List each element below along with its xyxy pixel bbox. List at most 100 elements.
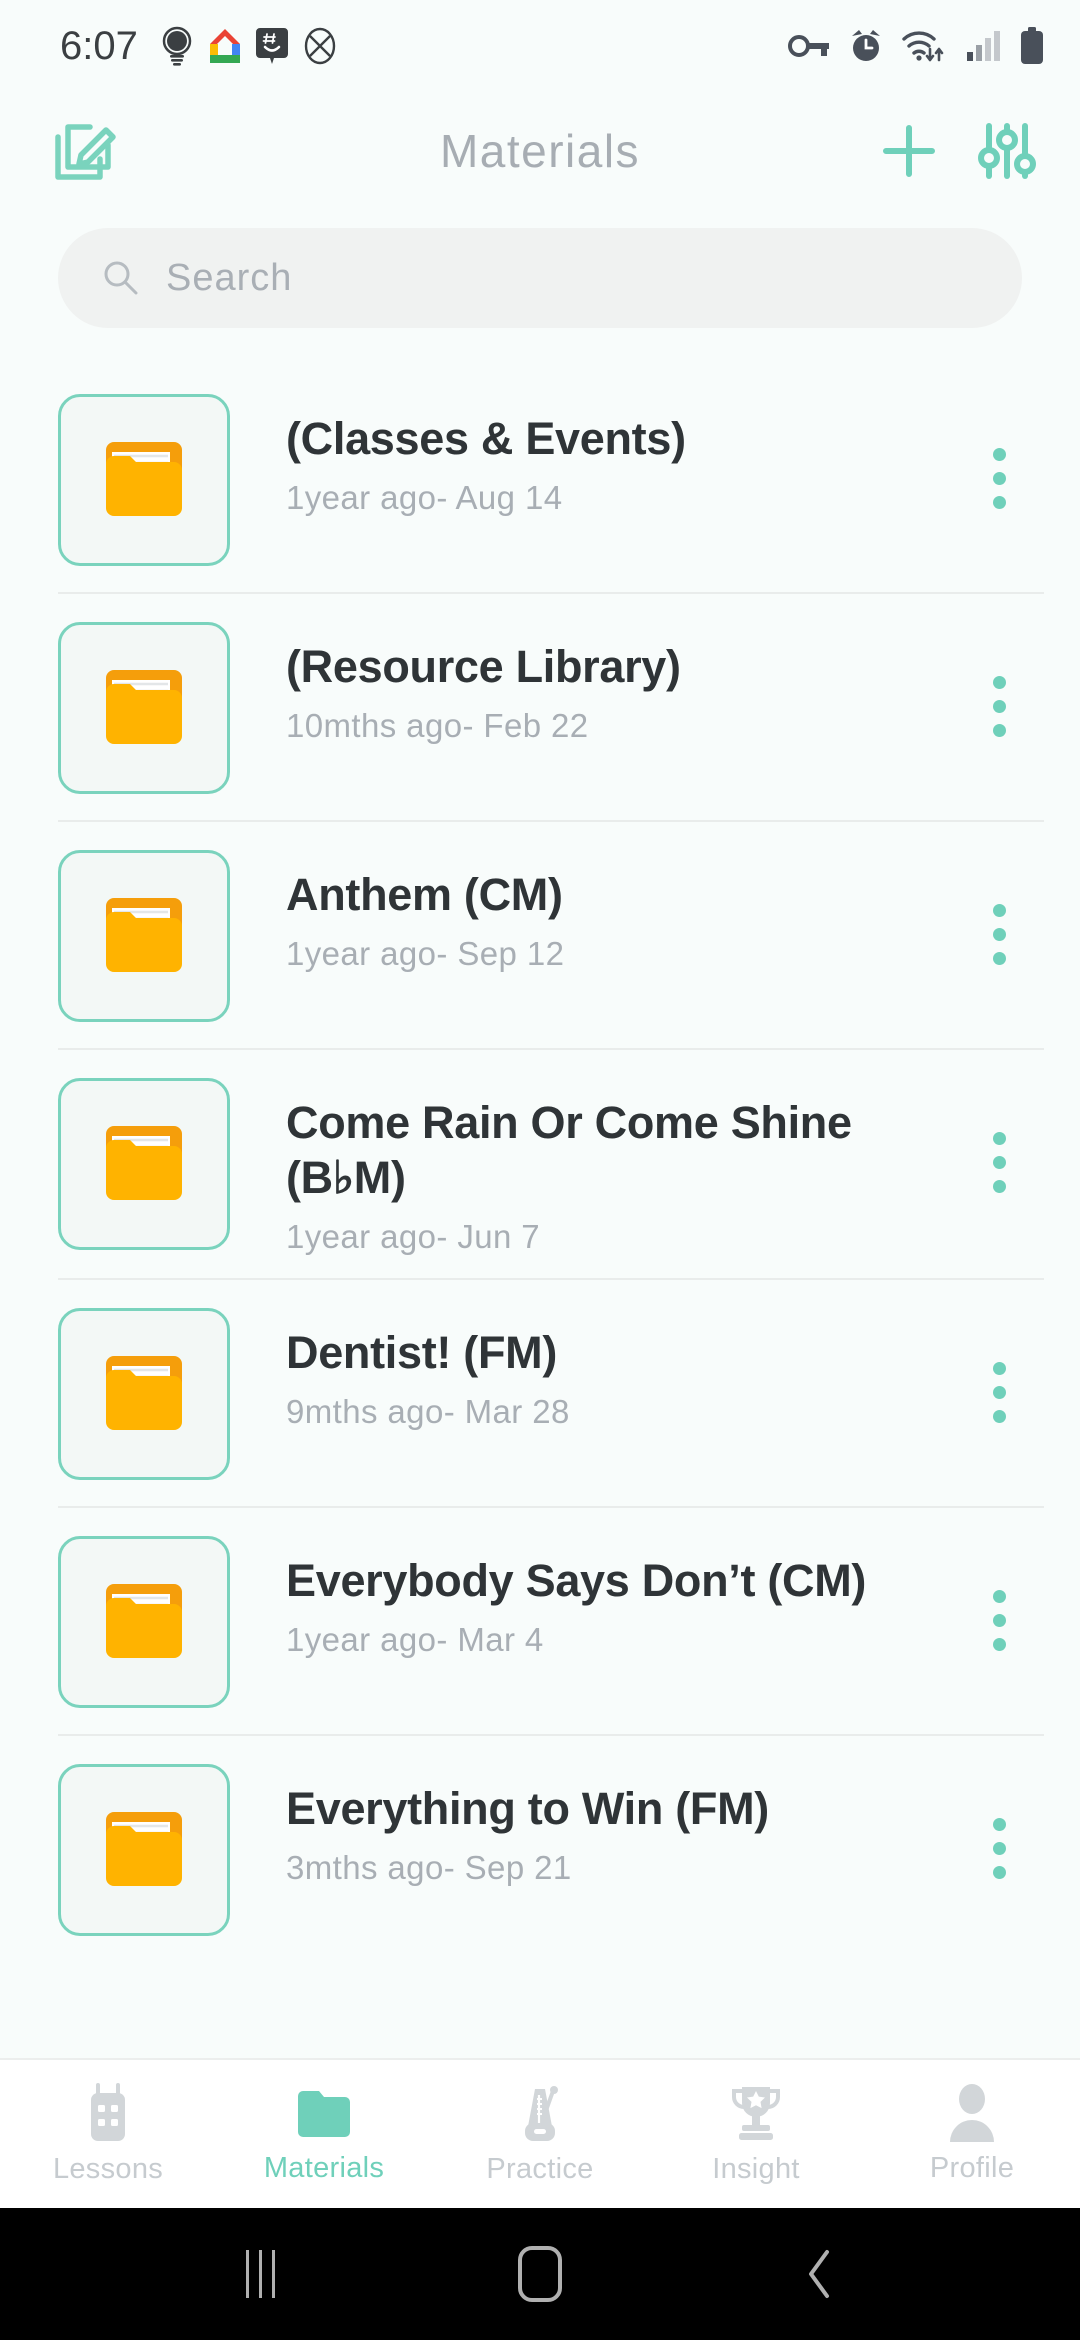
more-vertical-icon <box>992 1132 1006 1145</box>
more-vertical-icon <box>992 1637 1006 1651</box>
folder-thumbnail[interactable] <box>58 1763 230 1936</box>
lightbulb-icon <box>162 26 192 66</box>
more-vertical-icon <box>992 952 1006 965</box>
bottom-nav-item-practice[interactable]: Practice <box>432 2060 648 2208</box>
folder-icon <box>106 1811 182 1886</box>
more-vertical-icon <box>992 928 1006 941</box>
material-list-item[interactable]: Anthem (CM) 1year ago- Sep 12 <box>0 820 1080 1048</box>
more-vertical-icon <box>992 676 1006 689</box>
folder-thumbnail[interactable] <box>58 850 230 1022</box>
bottom-nav-label: Lessons <box>52 2152 164 2185</box>
material-item-text: Everybody Says Don’t (CM) 1year ago- Mar… <box>230 1528 964 1659</box>
home-icon <box>518 2246 562 2302</box>
more-vertical-icon <box>992 1361 1006 1375</box>
material-item-title: Anthem (CM) <box>286 869 563 920</box>
material-list-item[interactable]: (Resource Library) 10mths ago- Feb 22 <box>0 592 1080 820</box>
more-options-button[interactable] <box>964 1589 1034 1651</box>
more-vertical-icon <box>992 1589 1006 1603</box>
wifi-icon <box>902 31 944 62</box>
more-vertical-icon <box>992 1865 1006 1879</box>
header-actions <box>878 120 1036 182</box>
more-options-button[interactable] <box>964 676 1034 737</box>
search-bar[interactable]: Search <box>58 228 1022 328</box>
home-button[interactable] <box>480 2214 600 2334</box>
status-bar: 6:07 <box>0 0 1080 92</box>
more-vertical-icon <box>992 472 1006 485</box>
more-vertical-icon <box>992 724 1006 737</box>
material-item-subtitle: 3mths ago- Sep 21 <box>286 1848 572 1886</box>
material-list-item[interactable]: (Classes & Events) 1year ago- Aug 14 <box>0 364 1080 592</box>
status-bar-system-icons <box>788 27 1044 65</box>
material-item-subtitle: 1year ago- Aug 14 <box>286 478 563 516</box>
status-bar-notification-icons <box>160 26 338 66</box>
crossed-circle-icon <box>304 27 336 65</box>
filter-button[interactable] <box>978 120 1036 182</box>
more-vertical-icon <box>992 448 1006 461</box>
folder-thumbnail[interactable] <box>58 1535 230 1708</box>
google-home-icon <box>209 29 240 63</box>
more-vertical-icon <box>992 496 1006 509</box>
calendar-icon <box>91 2082 125 2141</box>
more-options-button[interactable] <box>964 1817 1034 1879</box>
recents-button[interactable] <box>200 2214 320 2334</box>
folder-icon <box>106 442 182 516</box>
material-item-title: (Classes & Events) <box>286 413 686 464</box>
folder-thumbnail[interactable] <box>58 1078 230 1250</box>
more-options-button[interactable] <box>964 1132 1034 1193</box>
more-vertical-icon <box>992 1385 1006 1399</box>
folder-thumbnail[interactable] <box>58 622 230 794</box>
bottom-nav-item-insight[interactable]: Insight <box>648 2060 864 2208</box>
search-section: Search <box>0 210 1080 350</box>
material-list-item[interactable]: Everybody Says Don’t (CM) 1year ago- Mar… <box>0 1505 1080 1734</box>
folder-icon <box>298 2090 350 2137</box>
more-options-button[interactable] <box>964 904 1034 965</box>
more-vertical-icon <box>992 1409 1006 1423</box>
more-vertical-icon <box>992 700 1006 713</box>
vpn-key-icon <box>788 35 829 57</box>
material-item-title: (Resource Library) <box>286 641 681 692</box>
search-icon <box>104 261 138 295</box>
material-item-title: Everything to Win (FM) <box>286 1782 769 1834</box>
status-bar-clock: 6:07 <box>60 23 138 68</box>
recents-icon <box>245 2250 275 2298</box>
more-options-button[interactable] <box>964 1361 1034 1423</box>
bottom-nav-item-lessons[interactable]: Lessons <box>0 2060 216 2208</box>
material-list-item[interactable]: Come Rain Or Come Shine (B♭M) 1year ago-… <box>0 1048 1080 1278</box>
bottom-nav-label: Insight <box>712 2152 800 2185</box>
folder-icon <box>106 1126 182 1200</box>
back-icon <box>809 2250 829 2298</box>
app-header: Materials <box>0 92 1080 210</box>
battery-icon <box>1021 27 1043 64</box>
more-vertical-icon <box>992 1613 1006 1627</box>
material-item-title: Dentist! (FM) <box>286 1326 558 1378</box>
material-item-text: Anthem (CM) 1year ago- Sep 12 <box>230 842 964 973</box>
material-item-subtitle: 10mths ago- Feb 22 <box>286 706 589 744</box>
trophy-icon <box>732 2086 780 2140</box>
bottom-nav-item-materials[interactable]: Materials <box>216 2060 432 2208</box>
material-item-subtitle: 9mths ago- Mar 28 <box>286 1392 570 1430</box>
search-input[interactable]: Search <box>166 257 292 300</box>
material-item-title: Come Rain Or Come Shine (B♭M) <box>286 1097 852 1203</box>
folder-icon <box>106 898 182 972</box>
more-options-button[interactable] <box>964 448 1034 509</box>
folder-icon <box>106 1355 182 1430</box>
bottom-nav-item-profile[interactable]: Profile <box>864 2060 1080 2208</box>
compose-edit-button[interactable] <box>48 115 120 187</box>
plus-icon <box>883 125 935 177</box>
back-button[interactable] <box>760 2214 880 2334</box>
add-button[interactable] <box>878 120 940 182</box>
material-item-text: Come Rain Or Come Shine (B♭M) 1year ago-… <box>230 1070 964 1256</box>
compose-edit-icon <box>55 124 116 180</box>
android-navigation-bar <box>0 2208 1080 2340</box>
materials-list[interactable]: (Classes & Events) 1year ago- Aug 14 (Re… <box>0 350 1080 2058</box>
more-vertical-icon <box>992 1180 1006 1193</box>
folder-icon <box>106 1583 182 1658</box>
material-list-item[interactable]: Dentist! (FM) 9mths ago- Mar 28 <box>0 1277 1080 1506</box>
folder-thumbnail[interactable] <box>58 1307 230 1480</box>
material-item-text: Everything to Win (FM) 3mths ago- Sep 21 <box>230 1756 964 1887</box>
folder-thumbnail[interactable] <box>58 394 230 566</box>
material-item-text: (Resource Library) 10mths ago- Feb 22 <box>230 614 964 745</box>
material-item-subtitle: 1year ago- Mar 4 <box>286 1620 544 1658</box>
more-vertical-icon <box>992 1841 1006 1855</box>
material-list-item[interactable]: Everything to Win (FM) 3mths ago- Sep 21 <box>0 1733 1080 1962</box>
